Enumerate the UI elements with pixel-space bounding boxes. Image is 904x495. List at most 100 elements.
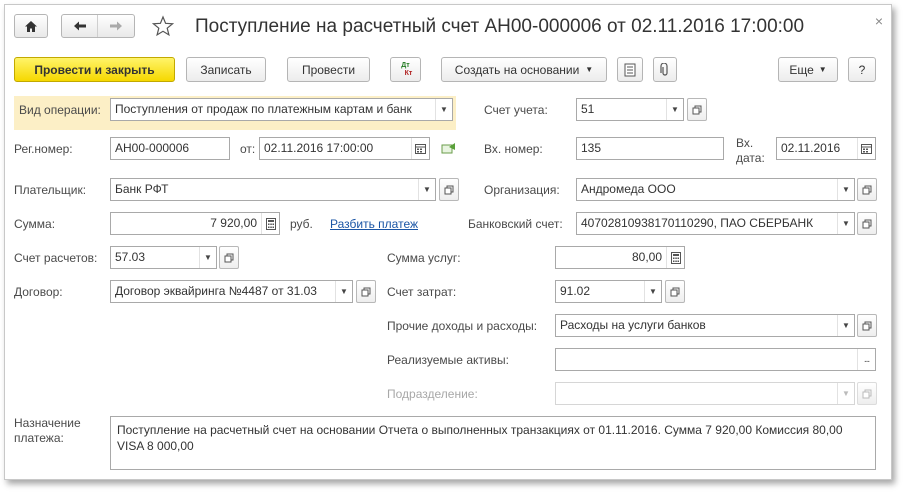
contract-label: Договор: xyxy=(14,285,63,299)
contract-value: Договор эквайринга №4487 от 31.03 xyxy=(115,284,317,298)
other-income-expenses-label: Прочие доходы и расходы: xyxy=(387,319,538,333)
expense-account-open-button[interactable] xyxy=(665,280,685,303)
more-label: Еще xyxy=(789,62,814,77)
dropdown-arrow-icon[interactable]: ▼ xyxy=(435,99,452,120)
amount-value: 7 920,00 xyxy=(210,216,257,230)
post-and-close-button[interactable]: Провести и закрыть xyxy=(14,57,175,82)
other-income-expenses-open-button[interactable] xyxy=(857,314,877,337)
calendar-icon[interactable] xyxy=(411,138,429,159)
sold-assets-input[interactable]: ... xyxy=(555,348,876,371)
bank-account-select[interactable]: 40702810938170110290, ПАО СБЕРБАНК ▼ xyxy=(576,212,855,235)
incoming-number-input[interactable]: 135 xyxy=(576,137,724,160)
incoming-number-value: 135 xyxy=(581,141,602,155)
incoming-date-input[interactable]: 02.11.2016 xyxy=(776,137,876,160)
settlement-account-select[interactable]: 57.03 ▼ xyxy=(110,246,217,269)
services-amount-label: Сумма услуг: xyxy=(387,251,461,265)
open-window-icon xyxy=(670,287,680,296)
dropdown-arrow-icon: ▼ xyxy=(837,383,854,404)
calendar-icon[interactable] xyxy=(857,138,875,159)
sold-assets-label: Реализуемые активы: xyxy=(387,353,509,367)
contract-open-button[interactable] xyxy=(356,280,376,303)
settlement-account-value: 57.03 xyxy=(115,250,146,264)
organization-select[interactable]: Андромеда ООО ▼ xyxy=(576,178,855,201)
date-input[interactable]: 02.11.2016 17:00:00 xyxy=(259,137,430,160)
reg-number-input[interactable]: АН00-000006 xyxy=(110,137,230,160)
create-based-on-label: Создать на основании xyxy=(454,62,580,77)
amount-input[interactable]: 7 920,00 xyxy=(110,212,280,235)
dropdown-arrow-icon[interactable]: ▼ xyxy=(335,281,352,302)
payer-open-button[interactable] xyxy=(439,178,459,201)
incoming-number-label: Вх. номер: xyxy=(484,142,543,156)
reg-number-value: АН00-000006 xyxy=(115,141,190,155)
dt-kt-button[interactable]: Дт Кт xyxy=(390,57,421,82)
create-based-on-button[interactable]: Создать на основании ▼ xyxy=(441,57,607,82)
organization-open-button[interactable] xyxy=(857,178,877,201)
close-icon[interactable]: × xyxy=(875,13,883,29)
dropdown-arrow-icon[interactable]: ▼ xyxy=(644,281,661,302)
save-button[interactable]: Записать xyxy=(186,57,266,82)
favorite-button[interactable] xyxy=(151,15,175,40)
payer-label: Плательщик: xyxy=(14,183,87,197)
bank-account-label: Банковский счет: xyxy=(468,217,563,231)
incoming-date-label: Вх. дата: xyxy=(736,136,765,166)
open-window-icon xyxy=(862,389,872,398)
open-window-icon xyxy=(862,321,872,330)
attach-files-button[interactable] xyxy=(653,57,677,82)
bank-account-value: 40702810938170110290, ПАО СБЕРБАНК xyxy=(581,216,814,230)
calculator-icon[interactable] xyxy=(666,247,684,268)
arrow-right-icon xyxy=(110,21,122,31)
settlement-account-open-button[interactable] xyxy=(219,246,239,269)
expense-account-label: Счет затрат: xyxy=(387,285,457,299)
home-icon xyxy=(25,20,37,32)
other-income-expenses-select[interactable]: Расходы на услуги банков ▼ xyxy=(555,314,855,337)
date-from-label: от: xyxy=(240,142,256,156)
print-button[interactable] xyxy=(617,57,643,82)
dropdown-arrow-icon[interactable]: ▼ xyxy=(666,99,683,120)
operation-type-label: Вид операции: xyxy=(19,103,101,117)
operation-type-value: Поступления от продаж по платежным карта… xyxy=(115,102,412,116)
payer-value: Банк РФТ xyxy=(115,182,169,196)
set-time-icon[interactable] xyxy=(441,141,457,158)
history-nav xyxy=(61,14,135,38)
incoming-date-label-line1: Вх. xyxy=(736,136,754,150)
more-button[interactable]: Еще ▼ xyxy=(778,57,838,82)
dropdown-arrow-icon[interactable]: ▼ xyxy=(418,179,435,200)
purpose-textarea[interactable]: Поступление на расчетный счет на основан… xyxy=(110,416,876,470)
account-label: Счет учета: xyxy=(484,103,548,117)
dropdown-arrow-icon[interactable]: ▼ xyxy=(837,213,854,234)
services-amount-input[interactable]: 80,00 xyxy=(555,246,685,269)
department-open-button xyxy=(857,382,877,405)
help-button[interactable]: ? xyxy=(848,57,876,82)
dropdown-arrow-icon[interactable]: ▼ xyxy=(199,247,216,268)
department-value xyxy=(556,383,837,404)
forward-button[interactable] xyxy=(98,15,134,37)
organization-value: Андромеда ООО xyxy=(581,182,676,196)
document-icon xyxy=(624,63,636,76)
operation-type-select[interactable]: Поступления от продаж по платежным карта… xyxy=(110,98,453,121)
payer-select[interactable]: Банк РФТ ▼ xyxy=(110,178,436,201)
contract-select[interactable]: Договор эквайринга №4487 от 31.03 ▼ xyxy=(110,280,353,303)
back-button[interactable] xyxy=(62,15,98,37)
ellipsis-icon[interactable]: ... xyxy=(857,349,875,370)
home-button[interactable] xyxy=(14,14,48,38)
reg-number-label: Рег.номер: xyxy=(14,142,73,156)
purpose-label-line1: Назначение xyxy=(14,416,81,430)
paperclip-icon xyxy=(660,62,668,76)
account-open-button[interactable] xyxy=(687,98,707,121)
kt-label: Кт xyxy=(404,69,413,77)
services-amount-value: 80,00 xyxy=(631,250,662,264)
split-payment-link[interactable]: Разбить платеж xyxy=(330,217,418,231)
currency-label: руб. xyxy=(290,217,313,231)
post-button[interactable]: Провести xyxy=(287,57,370,82)
bank-account-open-button[interactable] xyxy=(857,212,877,235)
open-window-icon xyxy=(224,253,234,262)
dropdown-arrow-icon[interactable]: ▼ xyxy=(837,179,854,200)
account-select[interactable]: 51 ▼ xyxy=(576,98,684,121)
amount-label: Сумма: xyxy=(14,217,56,231)
open-window-icon xyxy=(444,185,454,194)
expense-account-select[interactable]: 91.02 ▼ xyxy=(555,280,662,303)
calculator-icon[interactable] xyxy=(261,213,279,234)
page-title: Поступление на расчетный счет АН00-00000… xyxy=(195,16,805,37)
chevron-down-icon: ▼ xyxy=(585,65,594,74)
dropdown-arrow-icon[interactable]: ▼ xyxy=(837,315,854,336)
